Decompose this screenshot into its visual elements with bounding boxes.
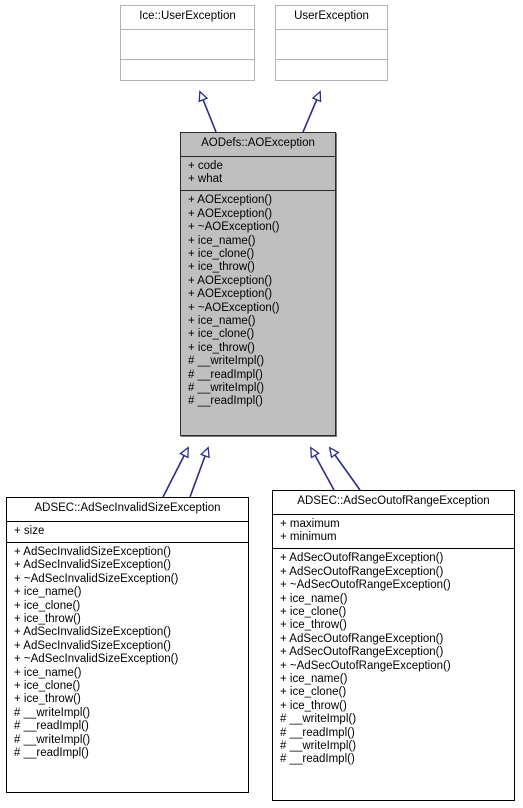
class-operation: + ice_throw()	[14, 693, 81, 706]
class-operations: + AOException() + AOException() + ~AOExc…	[181, 191, 335, 413]
class-operation: + ice_clone()	[188, 247, 255, 260]
class-operation: + ~AdSecInvalidSizeException()	[14, 572, 179, 585]
class-operations: + AdSecInvalidSizeException() + AdSecInv…	[7, 543, 248, 765]
edge-aoexception-to-ice-userexception	[200, 92, 217, 133]
class-attributes	[276, 30, 387, 59]
class-operation: + ice_name()	[188, 314, 256, 327]
class-operation: # __readImpl()	[280, 753, 355, 766]
class-operation: + ~AdSecInvalidSizeException()	[14, 653, 179, 666]
class-attribute: + maximum	[280, 517, 340, 530]
class-operation: + ice_throw()	[280, 699, 347, 712]
class-operations	[121, 60, 254, 89]
class-box-user-exception[interactable]: UserException	[275, 5, 388, 81]
class-operations: + AdSecOutofRangeException() + AdSecOuto…	[273, 549, 514, 771]
class-operation: # __writeImpl()	[188, 355, 265, 368]
class-attributes	[121, 30, 254, 59]
class-operation: # __writeImpl()	[188, 382, 265, 394]
class-operation: # __readImpl()	[280, 726, 355, 739]
class-operation: + ice_throw()	[188, 261, 255, 274]
class-operation: + ice_name()	[14, 666, 82, 679]
class-title: UserException	[294, 10, 369, 22]
class-operation: + AdSecOutofRangeException()	[280, 632, 444, 645]
class-box-ice-user-exception[interactable]: Ice::UserException	[120, 5, 255, 81]
class-operation: + AOException()	[188, 194, 273, 207]
uml-class-diagram: Ice::UserException UserException AODefs:…	[0, 0, 523, 808]
class-operation: + ice_name()	[280, 592, 348, 605]
class-operation: + AdSecInvalidSizeException()	[14, 559, 171, 572]
class-attribute: + size	[14, 524, 45, 537]
class-operation: + ice_clone()	[280, 686, 347, 699]
edge-outofrange-to-aoexception-2	[330, 448, 361, 491]
class-box-adsec-outofrange[interactable]: ADSEC::AdSecOutofRangeException + maximu…	[272, 490, 515, 801]
class-operations	[276, 60, 387, 89]
class-operation: + AdSecOutofRangeException()	[280, 552, 444, 565]
class-operation: + ice_clone()	[14, 679, 81, 692]
class-operation: # __writeImpl()	[14, 733, 91, 746]
class-operation: + AdSecOutofRangeException()	[280, 646, 444, 659]
class-operation: + ice_clone()	[14, 599, 81, 612]
class-operation: # __readImpl()	[14, 747, 89, 759]
class-operation: # __writeImpl()	[280, 740, 357, 752]
class-operation: + AOException()	[188, 274, 273, 287]
class-operation: + ~AdSecOutofRangeException()	[280, 659, 451, 672]
class-operation: + ice_name()	[280, 672, 348, 685]
class-attributes: + code + what	[181, 157, 335, 191]
class-operation: + ~AOException()	[188, 221, 280, 234]
class-title: ADSEC::AdSecInvalidSizeException	[34, 502, 221, 514]
class-operation: + AOException()	[188, 288, 273, 301]
edge-aoexception-to-userexception	[302, 92, 320, 133]
class-attributes: + maximum + minimum	[273, 515, 514, 549]
class-box-adsec-invalidsize[interactable]: ADSEC::AdSecInvalidSizeException + size …	[6, 497, 249, 793]
class-operation: + ice_throw()	[188, 341, 255, 354]
class-operation: + ice_throw()	[280, 619, 347, 632]
class-operation: + AdSecInvalidSizeException()	[14, 626, 171, 639]
class-operation: # __writeImpl()	[14, 706, 91, 719]
class-operation: # __writeImpl()	[280, 713, 357, 726]
class-operation: + ice_clone()	[188, 328, 255, 341]
class-operation: + AdSecOutofRangeException()	[280, 565, 444, 578]
class-title: ADSEC::AdSecOutofRangeException	[297, 495, 490, 507]
class-title: AODefs::AOException	[201, 137, 315, 149]
edge-invalidsize-to-aoexception-2	[189, 448, 208, 498]
class-operation: + ~AOException()	[188, 301, 280, 314]
class-attribute: + code	[188, 159, 223, 172]
class-operation: + AOException()	[188, 207, 273, 220]
class-title: Ice::UserException	[139, 10, 236, 22]
edge-invalidsize-to-aoexception-1	[162, 448, 188, 498]
class-operation: + ice_clone()	[280, 605, 347, 618]
class-attribute: + what	[188, 172, 223, 185]
edge-outofrange-to-aoexception-1	[311, 448, 335, 491]
class-attributes: + size	[7, 522, 248, 542]
class-operation: # __readImpl()	[14, 720, 89, 733]
class-operation: # __readImpl()	[188, 395, 263, 408]
class-operation: + ice_throw()	[14, 612, 81, 625]
class-operation: + AdSecInvalidSizeException()	[14, 639, 171, 652]
class-attribute: + minimum	[280, 530, 337, 543]
class-operation: + ~AdSecOutofRangeException()	[280, 579, 451, 592]
class-operation: + ice_name()	[14, 586, 82, 599]
class-operation: + AdSecInvalidSizeException()	[14, 545, 171, 558]
class-operation: # __readImpl()	[188, 368, 263, 381]
class-box-aodefs-aoexception[interactable]: AODefs::AOException + code + what + AOEx…	[180, 132, 336, 436]
class-operation: + ice_name()	[188, 234, 256, 247]
